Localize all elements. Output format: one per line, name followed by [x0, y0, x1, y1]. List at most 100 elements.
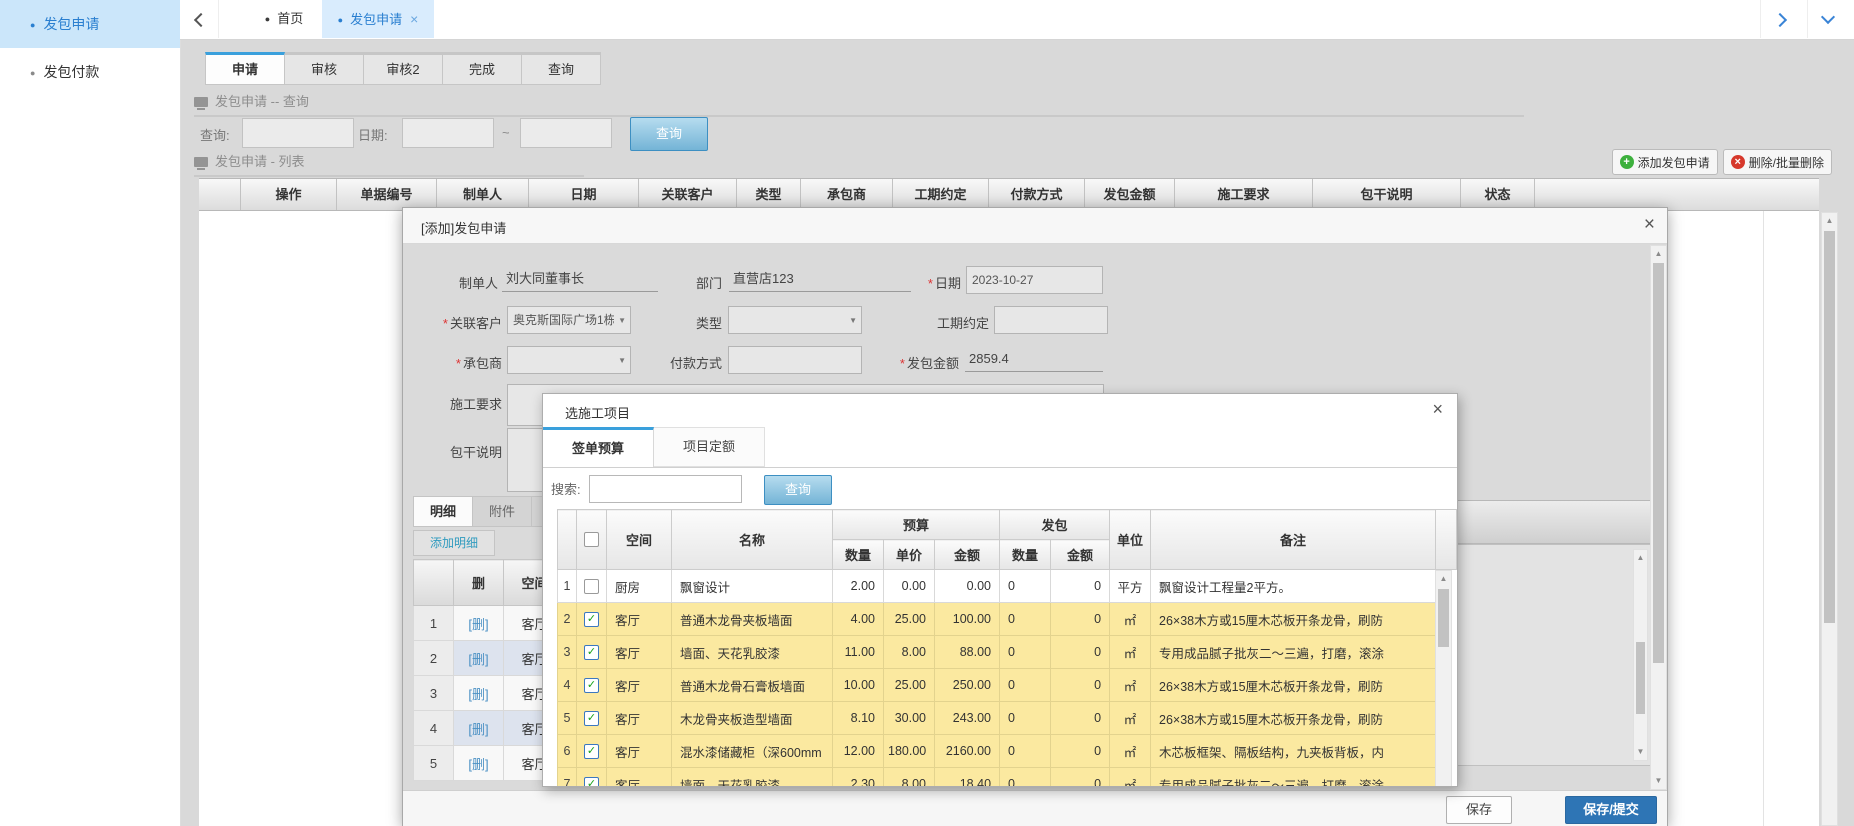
delete-row-link[interactable]: [删] [468, 652, 488, 667]
select-all-checkbox[interactable]: ✓ [584, 532, 599, 547]
chevron-right-icon [1773, 13, 1787, 27]
query-label: 查询: [200, 125, 230, 144]
page-scrollbar[interactable]: ▲ [1821, 212, 1838, 826]
tab-mingxi[interactable]: 明细 [413, 496, 473, 527]
delete-row-link[interactable]: [删] [468, 617, 488, 632]
page-scrollbar-thumb[interactable] [1824, 231, 1835, 623]
tab-fabao-shenqing[interactable]: ●发包申请× [322, 0, 434, 38]
query-keyword-input[interactable] [242, 118, 354, 148]
tab-qiandan-yusuan[interactable]: 签单预算 [543, 427, 654, 467]
picker-col-famount: 金额 [1051, 540, 1110, 570]
picker-col-checkbox: ✓ [577, 510, 607, 570]
picker-col-qty: 数量 [833, 540, 884, 570]
tab-home[interactable]: ●首页 [244, 0, 324, 38]
picker-table-row[interactable]: 7 ✓ 客厅 墙面、天花乳胶漆 2.30 8.00 18.40 0 0 ㎡ 专用… [558, 768, 1436, 788]
plus-icon: + [1620, 155, 1634, 169]
picker-table-row[interactable]: 6 ✓ 客厅 混水漆储藏柜（深600mm 12.00 180.00 2160.0… [558, 735, 1436, 768]
picker-table-row[interactable]: 3 ✓ 客厅 墙面、天花乳胶漆 11.00 8.00 88.00 0 0 ㎡ 专… [558, 636, 1436, 669]
picker-scrollbar-thumb[interactable] [1438, 589, 1449, 647]
search-button[interactable]: 查询 [764, 475, 832, 505]
column-header: 日期 [529, 179, 639, 210]
delete-batch-button[interactable]: ×删除/批量删除 [1723, 149, 1832, 175]
tab-xiangmu-dinge[interactable]: 项目定额 [654, 427, 765, 467]
row-number: 7 [558, 768, 577, 788]
date-from-input[interactable] [402, 118, 494, 148]
row-checkbox[interactable]: ✓ [584, 612, 599, 627]
scroll-up-icon[interactable]: ▲ [1822, 213, 1837, 229]
row-checkbox[interactable]: ✓ [584, 579, 599, 594]
dialog-scrollbar[interactable]: ▲ ▼ [1650, 245, 1667, 790]
scroll-up-icon[interactable]: ▲ [1651, 246, 1666, 262]
column-header [199, 179, 241, 210]
picker-table-row[interactable]: 5 ✓ 客厅 木龙骨夹板造型墙面 8.10 30.00 243.00 0 0 ㎡… [558, 702, 1436, 735]
tabs-forward-button[interactable] [1760, 0, 1807, 38]
tab-fujian[interactable]: 附件 [473, 496, 532, 527]
delete-row-link[interactable]: [删] [468, 722, 488, 737]
panel-scrollbar[interactable]: ▲ ▼ [1633, 549, 1648, 761]
date-to-input[interactable] [520, 118, 612, 148]
column-header: 工期约定 [893, 179, 989, 210]
type-select[interactable]: ▼ [728, 306, 862, 334]
delete-row-link[interactable]: [删] [468, 687, 488, 702]
scroll-up-icon[interactable]: ▲ [1436, 571, 1451, 587]
tab-shenqing[interactable]: 申请 [205, 52, 285, 85]
picker-table-scrollbar[interactable]: ▲ [1435, 570, 1452, 787]
scroll-down-icon[interactable]: ▼ [1651, 773, 1666, 789]
sidebar-item-fabao-shenqing[interactable]: ●发包申请 [0, 0, 180, 48]
cell-famount: 0 [1051, 570, 1110, 603]
picker-table-row[interactable]: 4 ✓ 客厅 普通木龙骨石膏板墙面 10.00 25.00 250.00 0 0… [558, 669, 1436, 702]
scroll-down-icon[interactable]: ▼ [1634, 744, 1647, 760]
tabs-collapse-button[interactable] [1807, 0, 1854, 38]
tabs-back-button[interactable] [180, 0, 219, 38]
save-button[interactable]: 保存 [1446, 796, 1512, 824]
delete-row-link[interactable]: [删] [468, 757, 488, 772]
picker-table-row[interactable]: 1 ✓ 厨房 飘窗设计 2.00 0.00 0.00 0 0 平方 飘窗设计工程… [558, 570, 1436, 603]
list-section-title: 发包申请 - 列表 [194, 151, 584, 177]
query-button[interactable]: 查询 [630, 117, 708, 151]
cell-name: 飘窗设计 [672, 570, 833, 603]
query-section-title: 发包申请 -- 查询 [194, 91, 1524, 117]
cell-qty: 11.00 [833, 636, 884, 669]
row-checkbox[interactable]: ✓ [584, 744, 599, 759]
cell-space: 客厅 [607, 603, 672, 636]
tab-shenhe[interactable]: 审核 [285, 52, 364, 85]
row-checkbox[interactable]: ✓ [584, 777, 599, 788]
tab-close-icon[interactable]: × [410, 11, 418, 27]
panel-scrollbar-thumb[interactable] [1636, 642, 1645, 714]
row-checkbox[interactable]: ✓ [584, 645, 599, 660]
picker-table-body: 1 ✓ 厨房 飘窗设计 2.00 0.00 0.00 0 0 平方 飘窗设计工程… [558, 570, 1436, 788]
add-detail-link[interactable]: 添加明细 [413, 530, 495, 556]
save-submit-button[interactable]: 保存/提交 [1565, 796, 1657, 824]
tab-shenhe2[interactable]: 审核2 [364, 52, 443, 85]
payment-input[interactable] [728, 346, 862, 374]
cell-qty: 4.00 [833, 603, 884, 636]
column-header: 施工要求 [1175, 179, 1313, 210]
picker-col-price: 单价 [884, 540, 935, 570]
sidebar-item-label: 发包申请 [43, 16, 99, 32]
duration-input[interactable] [994, 306, 1108, 334]
sidebar-item-fabao-fukuan[interactable]: ●发包付款 [0, 48, 180, 96]
contractor-select[interactable]: ▼ [507, 346, 631, 374]
picker-table-row[interactable]: 2 ✓ 客厅 普通木龙骨夹板墙面 4.00 25.00 100.00 0 0 ㎡… [558, 603, 1436, 636]
cell-famount: 0 [1051, 702, 1110, 735]
tab-wancheng[interactable]: 完成 [443, 52, 522, 85]
column-header: 付款方式 [989, 179, 1085, 210]
customer-select[interactable]: 奥克斯国际广场1栋5单 ▼ [507, 306, 631, 334]
row-checkbox[interactable]: ✓ [584, 678, 599, 693]
row-number: 4 [558, 669, 577, 702]
cell-qty: 8.10 [833, 702, 884, 735]
tab-chaxun[interactable]: 查询 [522, 52, 601, 85]
row-checkbox[interactable]: ✓ [584, 711, 599, 726]
date-field-input[interactable]: 2023-10-27 [966, 266, 1103, 294]
payment-label: 付款方式 [623, 353, 722, 372]
dialog-scrollbar-thumb[interactable] [1653, 263, 1664, 663]
scroll-up-icon[interactable]: ▲ [1634, 550, 1647, 566]
picker-title: 选施工项目 [565, 403, 630, 422]
picker-close-icon[interactable]: × [1432, 399, 1443, 420]
cell-famount: 0 [1051, 603, 1110, 636]
dialog-close-icon[interactable]: × [1644, 215, 1655, 235]
add-fabao-button[interactable]: +添加发包申请 [1612, 149, 1718, 175]
picker-tabs: 签单预算 项目定额 [543, 427, 1457, 468]
detail-col-num [414, 560, 454, 606]
search-input[interactable] [589, 475, 742, 503]
